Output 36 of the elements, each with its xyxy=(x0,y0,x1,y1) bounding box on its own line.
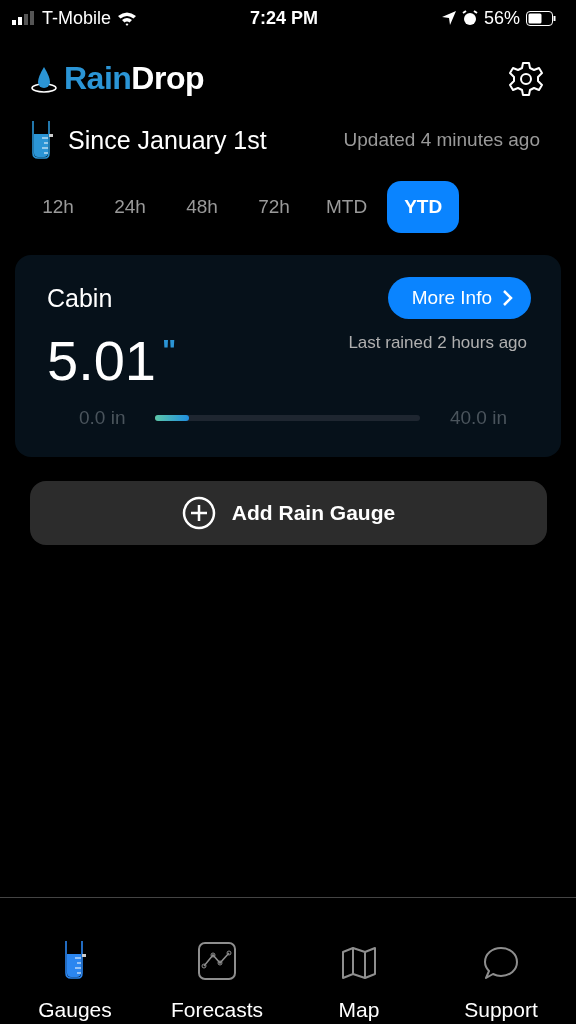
signal-icon xyxy=(12,11,36,25)
map-icon xyxy=(341,946,377,980)
period-title: Since January 1st xyxy=(68,125,268,155)
plus-circle-icon xyxy=(181,496,216,530)
chart-icon xyxy=(198,942,236,980)
tab-bar-item[interactable]: Forecasts xyxy=(146,898,288,1024)
carrier-name: T-Mobile xyxy=(42,7,112,29)
max-label: 40.0 in xyxy=(449,407,507,429)
unit-mark: " xyxy=(162,333,177,367)
range-tab[interactable]: MTD xyxy=(314,181,380,233)
gauge-name: Cabin xyxy=(47,283,113,313)
rain-amount: 5.01 xyxy=(47,333,156,389)
alarm-clock-icon xyxy=(461,10,478,26)
updated-text: Updated 4 minutes ago xyxy=(343,129,540,151)
battery-icon xyxy=(526,10,556,26)
chat-bubble-icon xyxy=(483,946,519,980)
chevron-right-icon xyxy=(502,289,513,307)
settings-icon[interactable] xyxy=(508,60,544,97)
tab-bar-item[interactable]: Gauges xyxy=(4,898,146,1024)
location-arrow-icon xyxy=(441,11,456,25)
min-label: 0.0 in xyxy=(79,407,126,429)
add-gauge-button[interactable]: Add Rain Gauge xyxy=(30,481,547,545)
range-tab[interactable]: 48h xyxy=(170,181,234,233)
tab-bar-item[interactable]: Map xyxy=(288,898,430,1024)
more-info-button[interactable]: More Info xyxy=(387,277,531,319)
battery-percent: 56% xyxy=(483,7,520,29)
app-logo-text: RainDrop xyxy=(64,60,204,97)
range-tab[interactable]: 72h xyxy=(242,181,306,233)
beaker-icon xyxy=(62,940,88,980)
range-tab[interactable]: YTD xyxy=(387,181,460,233)
wifi-icon xyxy=(117,10,138,26)
range-tab[interactable]: 24h xyxy=(98,181,162,233)
tab-bar-item[interactable]: Support xyxy=(430,898,572,1024)
clock-time: 7:24 PM xyxy=(250,7,318,29)
range-tab[interactable]: 12h xyxy=(26,181,90,233)
last-rained-text: Last rained 2 hours ago xyxy=(348,333,528,353)
